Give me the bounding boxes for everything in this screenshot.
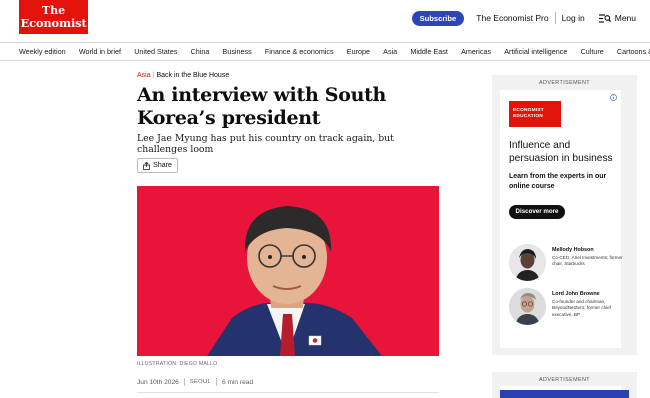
publish-date: Jun 10th 2026: [137, 378, 179, 386]
meta-rule: [137, 392, 439, 393]
dateline: SEOUL: [189, 379, 211, 385]
nav-item-americas[interactable]: Americas: [461, 47, 491, 56]
nav-item-united-states[interactable]: United States: [134, 47, 177, 56]
logo-line-2: Economist: [20, 16, 87, 30]
speaker-item: Mellody Hobson Co-CEO, Ariel Investments…: [509, 244, 624, 284]
nav-item-culture[interactable]: Culture: [581, 47, 604, 56]
nav-item-world-in-brief[interactable]: World in brief: [79, 47, 121, 56]
speaker-name: Mellody Hobson: [552, 247, 594, 253]
rubric-divider: |: [152, 72, 155, 79]
badge-line-2: EDUCATION: [513, 114, 543, 119]
avatar: [509, 288, 546, 325]
share-label: Share: [153, 162, 172, 169]
nav-item-business[interactable]: Business: [223, 47, 252, 56]
column-name: Back in the Blue House: [156, 72, 230, 79]
advertisement-panel-2: ADVERTISEMENT: [492, 372, 637, 398]
advertisement-panel: ADVERTISEMENT ECONOMIST EDUCATION Influe…: [492, 75, 637, 355]
site-header: The Economist Subscribe The Economist Pr…: [0, 0, 650, 42]
nav-item-weekly-edition[interactable]: Weekly edition: [19, 47, 66, 56]
ad-subtitle: Learn from the experts in our online cou…: [509, 173, 607, 190]
discover-more-button[interactable]: Discover more: [509, 205, 565, 219]
section-link[interactable]: Asia: [137, 72, 151, 79]
speaker-role: Co-CEO, Ariel Investments; former chair,…: [552, 255, 623, 267]
speaker-info: Lord John Browne Co-founder and chairman…: [552, 291, 624, 318]
nav-item-europe[interactable]: Europe: [347, 47, 370, 56]
nav-item-artificial-intelligence[interactable]: Artificial intelligence: [504, 47, 567, 56]
menu-button[interactable]: Menu: [598, 13, 636, 23]
speaker-info: Mellody Hobson Co-CEO, Ariel Investments…: [552, 247, 624, 268]
nav-item-cartoons-games[interactable]: Cartoons & games: [617, 47, 650, 56]
share-icon: [143, 161, 151, 170]
ad-banner-strip: [500, 390, 629, 398]
header-actions: Subscribe The Economist Pro Log in Menu: [411, 10, 636, 26]
ad-card-2[interactable]: [500, 386, 629, 398]
article-rubric: Asia | Back in the Blue House: [137, 72, 229, 79]
ad-title: Influence and persuasion in business: [509, 140, 613, 164]
economist-education-badge: ECONOMIST EDUCATION: [509, 101, 561, 127]
meta-divider: [183, 378, 185, 386]
hero-illustration: [137, 186, 439, 356]
avatar: [509, 244, 546, 281]
ad-info-icon[interactable]: [610, 94, 617, 103]
speaker-name: Lord John Browne: [552, 291, 600, 297]
ad-label: ADVERTISEMENT: [539, 80, 590, 86]
economist-logo[interactable]: The Economist: [19, 0, 88, 34]
nav-item-china[interactable]: China: [191, 47, 210, 56]
ad-label: ADVERTISEMENT: [539, 377, 590, 383]
portrait-illustration: [137, 186, 439, 356]
search-menu-icon: [598, 13, 611, 23]
article-headline: An interview with South Korea’s presiden…: [137, 84, 387, 129]
nav-item-middle-east[interactable]: Middle East: [410, 47, 448, 56]
nav-item-asia[interactable]: Asia: [383, 47, 397, 56]
header-divider: [554, 12, 556, 24]
economist-pro-link[interactable]: The Economist Pro: [476, 13, 548, 23]
speaker-role: Co-founder and chairman, BeyondNetZero; …: [552, 299, 611, 317]
subscribe-button[interactable]: Subscribe: [411, 10, 465, 26]
share-button[interactable]: Share: [137, 158, 178, 173]
meta-divider: [215, 378, 217, 386]
article-subheadline: Lee Jae Myung has put his country on tra…: [137, 133, 394, 155]
menu-label: Menu: [614, 13, 636, 23]
ad-card[interactable]: ECONOMIST EDUCATION Influence and persua…: [500, 90, 624, 348]
article-meta: Jun 10th 2026 SEOUL 6 min read: [137, 378, 253, 386]
speaker-item: Lord John Browne Co-founder and chairman…: [509, 288, 621, 328]
image-caption: ILLUSTRATION: DIEGO MALLO: [137, 361, 218, 367]
nav-item-finance-economics[interactable]: Finance & economics: [265, 47, 334, 56]
login-link[interactable]: Log in: [562, 13, 585, 23]
section-nav: Weekly edition World in brief United Sta…: [0, 42, 650, 61]
read-time: 6 min read: [221, 378, 254, 386]
